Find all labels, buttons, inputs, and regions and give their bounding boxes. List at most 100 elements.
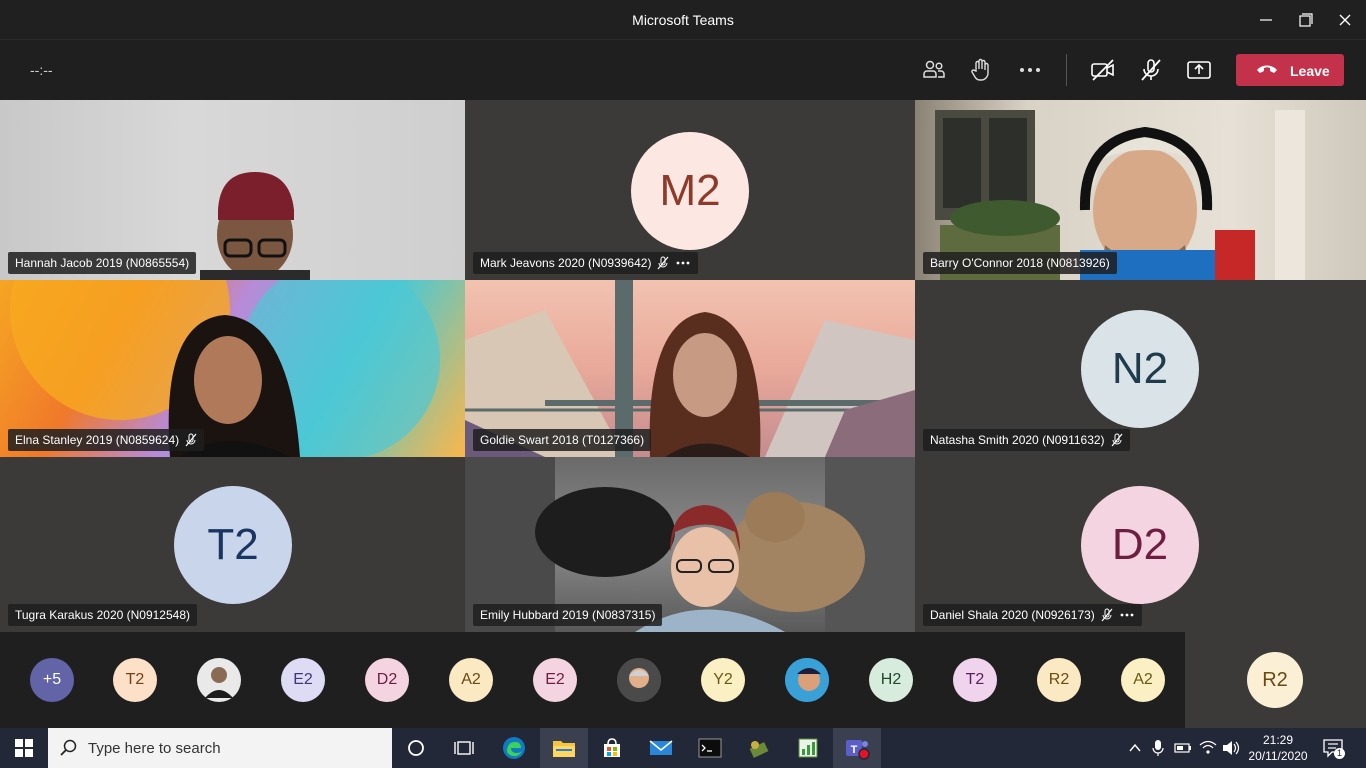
strip-avatar[interactable]: E2 [533,658,577,702]
video-tile[interactable]: T2 Tugra Karakus 2020 (N0912548) [0,457,465,632]
windows-logo-icon [15,739,33,757]
hang-up-icon [1257,65,1277,73]
video-tile[interactable]: Goldie Swart 2018 (T0127366) [465,280,915,457]
wifi-icon[interactable] [1199,739,1217,755]
task-view-icon [454,741,474,755]
mail-icon [649,740,673,755]
meeting-timer: --:-- [30,62,53,78]
cortana-icon [408,740,424,756]
strip-avatar[interactable]: H2 [869,658,913,702]
taskbar-app-teams[interactable]: T [833,728,881,768]
strip-avatar-photo[interactable] [785,658,829,702]
participant-name-label: Tugra Karakus 2020 (N0912548) [8,604,197,626]
participants-icon[interactable] [920,56,948,84]
muted-mic-icon [657,256,669,270]
folder-icon [553,741,575,757]
window-title: Microsoft Teams [632,12,734,28]
profile-photo-icon [617,658,661,702]
strip-avatar[interactable]: T2 [113,658,157,702]
taskbar-app-edge[interactable] [490,728,538,768]
taskbar-app-store[interactable] [588,728,636,768]
cortana-button[interactable] [392,728,440,768]
video-tile[interactable]: Elna Stanley 2019 (N0859624) [0,280,465,457]
search-icon [60,739,77,756]
mic-off-icon[interactable] [1137,56,1165,84]
participant-name-label: Mark Jeavons 2020 (N0939642) [473,252,699,274]
taskbar-app-tool[interactable] [735,728,783,768]
raise-hand-icon[interactable] [967,56,995,84]
microphone-icon[interactable] [1152,739,1164,757]
title-bar: Microsoft Teams [0,0,1366,40]
taskbar-search-box[interactable]: Type here to search [48,728,392,768]
clock-date: 20/11/2020 [1248,749,1308,763]
participant-video-hannah [200,172,310,280]
strip-avatar[interactable]: A2 [449,658,493,702]
participant-name: Goldie Swart 2018 (T0127366) [480,433,645,447]
taskbar-clock[interactable]: 21:29 20/11/2020 [1246,732,1310,764]
volume-icon[interactable] [1222,740,1240,756]
muted-mic-icon [185,433,197,447]
video-tile[interactable]: Emily Hubbard 2019 (N0837315) [465,457,915,632]
start-button[interactable] [0,728,48,768]
taskbar-app-terminal[interactable] [686,728,734,768]
video-tile[interactable]: N2 Natasha Smith 2020 (N0911632) [915,280,1366,457]
taskbar-app-explorer[interactable] [540,728,588,768]
video-tile[interactable]: M2 Mark Jeavons 2020 (N0939642) [465,100,915,280]
participant-avatar: N2 [1081,310,1199,428]
profile-photo-icon [785,658,829,702]
close-icon[interactable] [1333,8,1357,32]
participant-avatar: M2 [631,132,749,250]
video-tile[interactable]: Hannah Jacob 2019 (N0865554) [0,100,465,280]
participant-name: Barry O'Connor 2018 (N0813926) [930,256,1110,270]
strip-avatar[interactable]: Y2 [701,658,745,702]
task-view-button[interactable] [440,728,488,768]
meeting-toolbar: --:-- Leave [0,40,1366,100]
muted-mic-icon [1111,433,1123,447]
minimize-icon[interactable] [1254,8,1278,32]
participant-avatar: T2 [174,486,292,604]
video-tile[interactable]: Barry O'Connor 2018 (N0813926) [915,100,1366,280]
camera-off-icon[interactable] [1089,56,1117,84]
participant-avatar: D2 [1081,486,1199,604]
participant-name: Emily Hubbard 2019 (N0837315) [480,608,656,622]
clock-time: 21:29 [1262,733,1294,747]
participant-name: Hannah Jacob 2019 (N0865554) [15,256,190,270]
battery-icon[interactable] [1174,741,1192,755]
participant-name-label: Barry O'Connor 2018 (N0813926) [923,252,1117,274]
strip-avatar[interactable]: T2 [953,658,997,702]
share-screen-icon[interactable] [1185,56,1213,84]
chevron-up-icon[interactable] [1128,741,1142,755]
participant-name-label: Elna Stanley 2019 (N0859624) [8,429,205,451]
strip-avatar[interactable]: R2 [1037,658,1081,702]
participant-name-label: Daniel Shala 2020 (N0926173) [923,604,1142,626]
more-icon[interactable] [1016,56,1044,84]
participant-name: Tugra Karakus 2020 (N0912548) [15,608,190,622]
video-tile[interactable]: D2 Daniel Shala 2020 (N0926173) [915,457,1366,632]
taskbar-app-mail[interactable] [637,728,685,768]
more-options-icon[interactable] [675,256,691,270]
participant-name: Daniel Shala 2020 (N0926173) [930,608,1095,622]
strip-avatar-photo[interactable] [197,658,241,702]
maximize-icon[interactable] [1293,8,1317,32]
more-options-icon[interactable] [1119,608,1135,622]
svg-text:T: T [851,744,858,756]
toolbar-divider [1066,54,1067,86]
strip-avatar-photo[interactable] [617,658,661,702]
search-placeholder: Type here to search [88,740,221,757]
strip-avatar[interactable]: D2 [365,658,409,702]
participant-name-label: Goldie Swart 2018 (T0127366) [473,429,652,451]
overflow-participants-button[interactable]: +5 [30,658,74,702]
taskbar-app-spreadsheet[interactable] [784,728,832,768]
teams-icon: T [846,740,870,760]
leave-button[interactable]: Leave [1236,54,1344,86]
strip-avatar[interactable]: E2 [281,658,325,702]
self-preview[interactable]: R2 [1185,632,1366,728]
participant-name: Mark Jeavons 2020 (N0939642) [480,256,652,270]
self-avatar: R2 [1247,652,1303,708]
terminal-icon [698,738,722,758]
leave-label: Leave [1290,63,1330,79]
notification-count: 1 [1334,748,1345,759]
video-grid: Hannah Jacob 2019 (N0865554) M2 Mark Jea… [0,100,1366,632]
notifications-button[interactable]: 1 [1322,738,1345,760]
strip-avatar[interactable]: A2 [1121,658,1165,702]
